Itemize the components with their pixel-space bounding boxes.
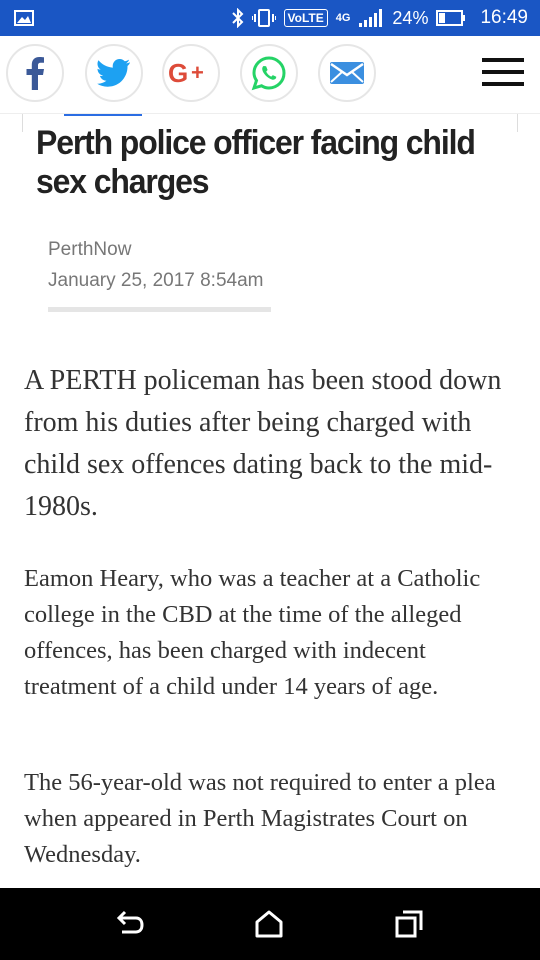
whatsapp-share-button[interactable] (240, 44, 298, 102)
hamburger-menu-icon[interactable] (482, 58, 524, 90)
article-date: January 25, 2017 8:54am (48, 270, 264, 291)
article-source[interactable]: PerthNow (48, 239, 131, 261)
clock-time: 16:49 (480, 7, 528, 28)
system-nav-bar (0, 888, 540, 960)
twitter-icon (97, 59, 130, 87)
article-paragraph: Eamon Heary, who was a teacher at a Cath… (24, 565, 481, 700)
article-frame-left (22, 114, 23, 132)
email-share-button[interactable] (318, 44, 376, 102)
section-accent-line (64, 114, 142, 116)
home-icon[interactable] (253, 908, 285, 940)
article-paragraph: The 56-year-old was not required to ente… (24, 769, 496, 868)
svg-text:G: G (168, 61, 188, 85)
facebook-share-button[interactable] (6, 44, 64, 102)
battery-icon (436, 10, 466, 26)
signal-icon (359, 9, 383, 27)
article-frame-right (517, 114, 518, 132)
back-icon[interactable] (114, 908, 146, 940)
battery-percent: 24% (392, 7, 429, 28)
google-plus-share-button[interactable]: G + (162, 44, 220, 102)
google-plus-icon: G + (168, 61, 204, 85)
network-type: 4G (335, 11, 351, 24)
meta-divider (48, 307, 271, 312)
article-headline: Perth police officer facing child sex ch… (36, 124, 476, 201)
email-icon (330, 62, 364, 84)
whatsapp-icon (251, 56, 286, 91)
article-lead: A PERTH policeman has been stood down fr… (24, 365, 502, 522)
status-bar: VoLTE 4G 24% 16:49 (0, 0, 540, 36)
image-icon (14, 10, 34, 26)
facebook-icon (26, 57, 44, 90)
twitter-share-button[interactable] (85, 44, 143, 102)
vibrate-icon (251, 9, 276, 27)
share-toolbar: G + (0, 36, 540, 114)
volte-badge: VoLTE (283, 9, 328, 27)
recents-icon[interactable] (393, 908, 425, 940)
svg-text:+: + (191, 61, 204, 85)
bluetooth-icon (231, 8, 243, 28)
